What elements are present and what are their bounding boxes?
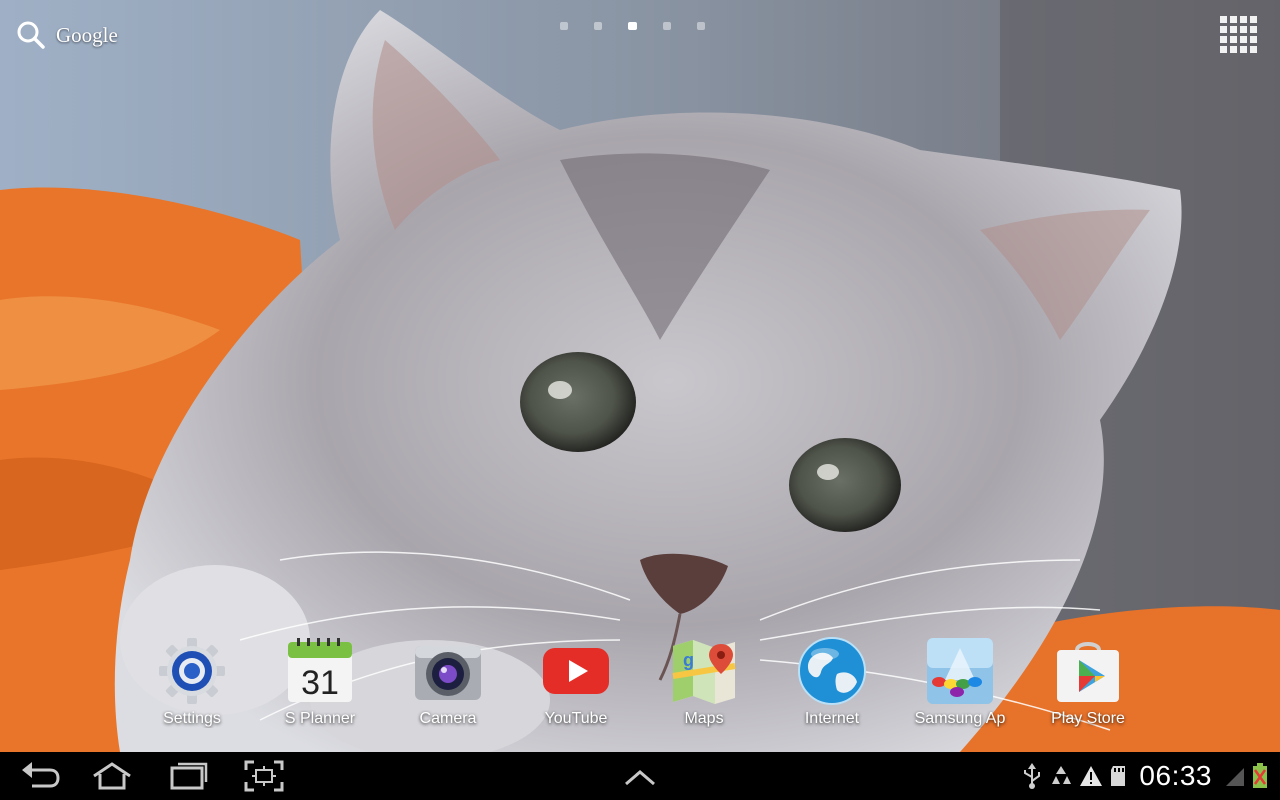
calendar-icon: 31 xyxy=(288,638,352,702)
globe-icon xyxy=(798,637,866,705)
page-dot[interactable] xyxy=(663,22,671,30)
app-label: S Planner xyxy=(284,710,356,727)
app-settings[interactable]: Settings xyxy=(128,632,256,742)
page-dot[interactable] xyxy=(594,22,602,30)
chevron-up-icon xyxy=(625,770,655,786)
search-icon xyxy=(17,21,45,49)
back-button[interactable] xyxy=(18,758,62,794)
settings-gear-icon xyxy=(159,638,225,704)
recent-apps-button[interactable] xyxy=(166,758,210,794)
play-store-icon xyxy=(1057,642,1119,702)
page-dot[interactable] xyxy=(697,22,705,30)
app-label: Samsung Ap xyxy=(914,710,1006,727)
status-clock: 06:33 xyxy=(1139,760,1212,791)
page-dot[interactable] xyxy=(560,22,568,30)
app-internet[interactable]: Internet xyxy=(768,632,896,742)
app-play-store[interactable]: Play Store xyxy=(1024,632,1152,742)
home-button[interactable] xyxy=(90,758,134,794)
back-icon xyxy=(22,762,60,788)
app-youtube[interactable]: YouTube xyxy=(512,632,640,742)
battery-icon xyxy=(1253,763,1267,788)
camera-icon xyxy=(415,646,481,700)
google-search-bar[interactable]: Google xyxy=(16,18,118,52)
app-camera[interactable]: Camera xyxy=(384,632,512,742)
app-label: Play Store xyxy=(1051,710,1125,727)
search-label: Google xyxy=(56,22,118,47)
app-label: YouTube xyxy=(544,710,608,727)
show-notifications-button[interactable] xyxy=(618,758,662,794)
calendar-date: 31 xyxy=(301,664,339,702)
app-label: Maps xyxy=(684,710,724,727)
page-indicator xyxy=(560,22,705,30)
sd-card-icon xyxy=(1111,766,1126,786)
recycle-icon xyxy=(1052,766,1072,784)
app-grid-icon xyxy=(1220,16,1257,53)
app-s-planner[interactable]: 31 S Planner xyxy=(256,632,384,742)
system-navigation-bar: 06:33 xyxy=(0,752,1280,800)
recent-apps-icon xyxy=(170,762,208,790)
screenshot-icon xyxy=(244,760,284,792)
usb-icon xyxy=(1024,763,1041,789)
apps-button[interactable] xyxy=(1218,14,1260,56)
maps-icon: g xyxy=(672,640,736,704)
status-area[interactable]: 06:33 xyxy=(1021,752,1268,800)
samsung-apps-icon xyxy=(927,638,993,704)
youtube-icon xyxy=(543,648,609,694)
app-samsung-apps[interactable]: Samsung Ap xyxy=(896,632,1024,742)
app-label: Settings xyxy=(163,710,221,727)
svg-text:g: g xyxy=(683,650,694,670)
signal-icon xyxy=(1226,768,1244,786)
app-dock: Settings 31 S Planner Camera YouTube g M… xyxy=(128,632,1152,742)
screenshot-button[interactable] xyxy=(242,758,286,794)
home-icon xyxy=(93,762,131,790)
app-label: Internet xyxy=(804,710,860,727)
page-dot-active[interactable] xyxy=(628,22,637,30)
app-label: Camera xyxy=(419,710,477,727)
warning-icon xyxy=(1080,766,1103,786)
app-maps[interactable]: g Maps xyxy=(640,632,768,742)
